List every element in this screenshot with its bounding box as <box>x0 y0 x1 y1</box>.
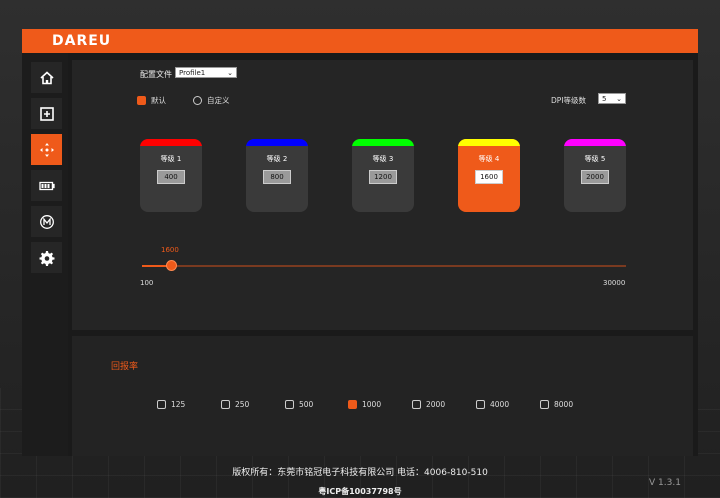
app-window: DAREU 配置文件 Profile1 ⌄ 默认 自定义 DPI等级数 5 ⌄ … <box>22 29 698 456</box>
polling-option-label: 1000 <box>362 400 382 409</box>
polling-option-label: 8000 <box>554 400 574 409</box>
level-color-strip <box>458 139 520 146</box>
footer-copyright: 版权所有：东莞市铭冠电子科技有限公司 电话：4006-810-510 <box>232 468 488 478</box>
dpi-level-card-2[interactable]: 等级 2 800 <box>246 139 308 212</box>
mode-default-option[interactable]: 默认 <box>137 95 166 106</box>
level-label: 等级 1 <box>160 155 182 163</box>
polling-option-125[interactable]: 125 <box>157 400 185 409</box>
sidebar-item-mode[interactable] <box>31 206 62 237</box>
profile-select[interactable]: Profile1 ⌄ <box>175 67 237 78</box>
polling-checkbox[interactable] <box>221 400 230 409</box>
polling-option-label: 125 <box>171 400 186 409</box>
dpi-level-card-3[interactable]: 等级 3 1200 <box>352 139 414 212</box>
polling-option-label: 4000 <box>490 400 510 409</box>
polling-rate-title: 回报率 <box>111 362 139 372</box>
chevron-down-icon: ⌄ <box>227 69 233 77</box>
polling-checkbox[interactable] <box>285 400 294 409</box>
home-icon <box>39 70 54 84</box>
polling-checkbox[interactable] <box>348 400 357 409</box>
polling-option-label: 500 <box>299 400 314 409</box>
polling-option-2000[interactable]: 2000 <box>412 400 445 409</box>
polling-checkbox[interactable] <box>157 400 166 409</box>
polling-checkbox[interactable] <box>412 400 421 409</box>
dpi-slider-handle[interactable] <box>166 260 177 271</box>
sidebar-item-home[interactable] <box>31 62 62 93</box>
level-color-strip <box>352 139 414 146</box>
polling-option-label: 250 <box>235 400 250 409</box>
brand-logo: DAREU <box>52 33 112 49</box>
default-label: 默认 <box>151 96 166 105</box>
level-value-input[interactable]: 2000 <box>581 170 609 184</box>
footer-icp: 粤ICP备10037798号 <box>318 487 402 496</box>
level-value-input[interactable]: 400 <box>157 170 185 184</box>
slider-value-label: 1600 <box>161 246 179 254</box>
chevron-down-icon: ⌄ <box>616 95 622 103</box>
sidebar-item-macro-add[interactable] <box>31 98 62 129</box>
level-color-strip <box>246 139 308 146</box>
level-label: 等级 4 <box>478 155 500 163</box>
gear-icon <box>39 250 54 266</box>
polling-rate-panel: 回报率 125 250 500 1000 2000 4000 8000 <box>72 336 693 456</box>
level-color-strip <box>140 139 202 146</box>
profile-select-value: Profile1 <box>179 69 206 77</box>
level-value-input[interactable]: 1200 <box>369 170 397 184</box>
dpi-count-label: DPI等级数 <box>551 96 587 105</box>
dpi-count-value: 5 <box>602 95 607 103</box>
top-bar: DAREU <box>22 29 698 53</box>
dpi-level-card-5[interactable]: 等级 5 2000 <box>564 139 626 212</box>
polling-option-500[interactable]: 500 <box>285 400 313 409</box>
move-arrows-icon <box>39 142 54 157</box>
dpi-panel: 配置文件 Profile1 ⌄ 默认 自定义 DPI等级数 5 ⌄ 等级 1 4… <box>72 60 693 330</box>
level-label: 等级 5 <box>584 155 606 163</box>
mode-custom-option[interactable]: 自定义 <box>193 95 230 106</box>
level-value-input[interactable]: 800 <box>263 170 291 184</box>
polling-option-4000[interactable]: 4000 <box>476 400 509 409</box>
polling-option-250[interactable]: 250 <box>221 400 249 409</box>
polling-checkbox[interactable] <box>540 400 549 409</box>
slider-min-label: 100 <box>140 279 154 287</box>
version-label: V 1.3.1 <box>649 478 681 488</box>
dpi-slider-track[interactable] <box>142 265 626 267</box>
profile-label: 配置文件 <box>140 70 172 79</box>
polling-option-label: 2000 <box>426 400 446 409</box>
plus-square-icon <box>39 106 54 121</box>
level-label: 等级 2 <box>266 155 288 163</box>
level-label: 等级 3 <box>372 155 394 163</box>
slider-max-label: 30000 <box>603 279 626 287</box>
dpi-level-card-1[interactable]: 等级 1 400 <box>140 139 202 212</box>
sidebar-item-dpi[interactable] <box>31 134 62 165</box>
m-circle-icon <box>39 214 54 229</box>
dpi-level-card-4[interactable]: 等级 4 1600 <box>458 139 520 212</box>
custom-checkbox[interactable] <box>193 96 202 105</box>
custom-label: 自定义 <box>207 96 230 105</box>
polling-option-1000[interactable]: 1000 <box>348 400 381 409</box>
sidebar-item-settings[interactable] <box>31 242 62 273</box>
sidebar <box>22 53 68 456</box>
battery-icon <box>38 181 55 190</box>
level-color-strip <box>564 139 626 146</box>
sidebar-item-battery[interactable] <box>31 170 62 201</box>
dpi-count-select[interactable]: 5 ⌄ <box>598 93 626 104</box>
polling-option-8000[interactable]: 8000 <box>540 400 573 409</box>
default-checkbox[interactable] <box>137 96 146 105</box>
level-value-input[interactable]: 1600 <box>475 170 503 184</box>
polling-checkbox[interactable] <box>476 400 485 409</box>
